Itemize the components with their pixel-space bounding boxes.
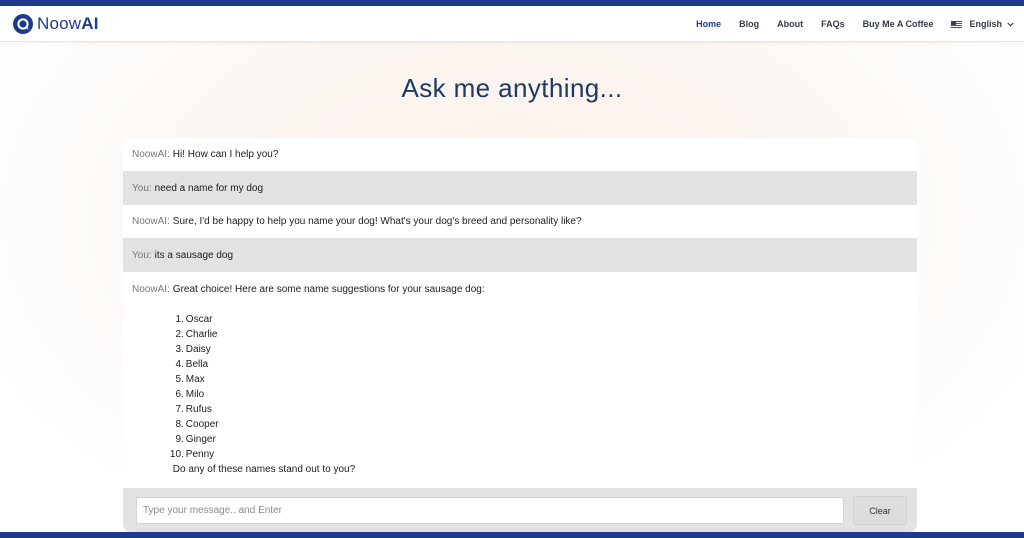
list-item-name: Cooper <box>185 419 219 430</box>
us-flag-icon <box>951 20 963 28</box>
message-text: Great choice! Here are some name suggest… <box>172 284 485 295</box>
nav-buy-me-a-coffee-link[interactable]: Buy Me A Coffee <box>863 19 934 29</box>
list-item: 7. Rufus <box>173 402 485 417</box>
nav-faqs-link[interactable]: FAQs <box>821 19 845 29</box>
list-item-name: Oscar <box>185 314 213 325</box>
chat-message: You: its a sausage dog <box>123 238 917 272</box>
chat-message: NoowAI: Hi! How can I help you? <box>123 138 917 171</box>
message-text: Hi! How can I help you? <box>172 149 279 160</box>
list-item-number: 7. <box>175 404 184 415</box>
message-outro: Do any of these names stand out to you? <box>172 464 356 475</box>
message-input[interactable] <box>136 497 844 524</box>
language-selector[interactable]: English <box>951 19 1014 29</box>
chat-bubble-logo-icon <box>13 14 33 34</box>
nav-links: Home Blog About FAQs Buy Me A Coffee Eng… <box>696 6 1024 42</box>
brand-name: NoowAI <box>37 14 99 33</box>
list-item-name: Ginger <box>185 434 216 445</box>
list-item-number: 2. <box>175 329 184 340</box>
message-text: Sure, I'd be happy to help you name your… <box>172 216 582 227</box>
list-item: 5. Max <box>173 372 485 387</box>
message-sender: NoowAI: <box>132 284 170 295</box>
message-composer: Clear <box>123 488 917 532</box>
list-item-name: Daisy <box>185 344 211 355</box>
list-item: 10. Penny <box>169 447 485 462</box>
message-sender: You: <box>132 250 152 261</box>
list-item-name: Charlie <box>185 329 218 340</box>
message-body: Great choice! Here are some name suggest… <box>169 284 485 477</box>
list-item-number: 6. <box>175 389 184 400</box>
chat-message: NoowAI: Sure, I'd be happy to help you n… <box>123 205 917 238</box>
list-item-name: Milo <box>185 389 205 400</box>
message-sender: NoowAI: <box>132 149 170 160</box>
list-item-number: 4. <box>175 359 184 370</box>
message-sender: NoowAI: <box>132 216 170 227</box>
message-text: its a sausage dog <box>154 250 234 261</box>
chat-panel: NoowAI: Hi! How can I help you? You: nee… <box>123 138 917 532</box>
chat-message: You: need a name for my dog <box>123 171 917 205</box>
list-item-name: Max <box>185 374 205 385</box>
chevron-down-icon <box>1007 22 1014 27</box>
list-item-number: 8. <box>175 419 184 430</box>
list-item: 3. Daisy <box>173 342 485 357</box>
list-item-number: 9. <box>175 434 184 445</box>
list-item-name: Bella <box>185 359 209 370</box>
message-text: need a name for my dog <box>154 183 264 194</box>
list-item-number: 1. <box>175 314 184 325</box>
name-suggestion-list: 1. Oscar 2. Charlie 3. Daisy 4. Bella 5. Max … <box>169 312 485 462</box>
brand-logo[interactable]: NoowAI <box>13 12 99 36</box>
nav-home-link[interactable]: Home <box>696 19 721 29</box>
list-item: 8. Cooper <box>173 417 485 432</box>
bottom-accent-bar <box>0 532 1024 538</box>
chat-message: NoowAI: Great choice! Here are some name… <box>123 272 917 488</box>
nav-blog-link[interactable]: Blog <box>739 19 759 29</box>
message-sender: You: <box>132 183 152 194</box>
list-item-number: 10. <box>169 449 184 460</box>
list-item-number: 3. <box>175 344 184 355</box>
list-item-name: Penny <box>185 449 215 460</box>
clear-button[interactable]: Clear <box>853 496 907 525</box>
page-title: Ask me anything... <box>401 73 623 103</box>
list-item: 6. Milo <box>173 387 485 402</box>
nav-about-link[interactable]: About <box>777 19 803 29</box>
language-label: English <box>969 19 1002 29</box>
list-item: 1. Oscar <box>173 312 485 327</box>
list-item-name: Rufus <box>185 404 212 415</box>
list-item-number: 5. <box>175 374 184 385</box>
list-item: 2. Charlie <box>173 327 485 342</box>
list-item: 4. Bella <box>173 357 485 372</box>
list-item: 9. Ginger <box>173 432 485 447</box>
navbar: NoowAI Home Blog About FAQs Buy Me A Cof… <box>0 6 1024 42</box>
